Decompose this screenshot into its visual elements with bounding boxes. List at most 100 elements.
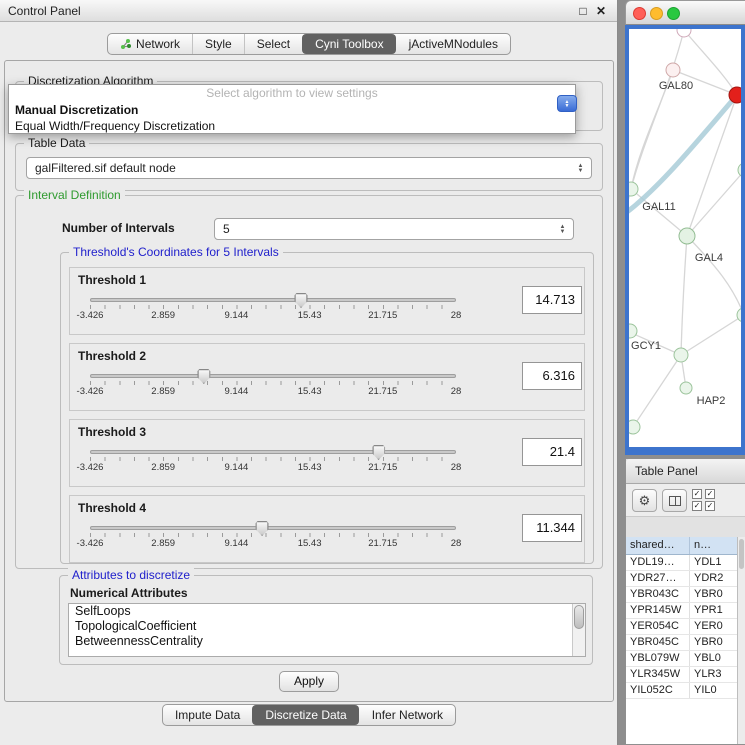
- cell[interactable]: YPR145W: [626, 603, 690, 618]
- cell[interactable]: YER054C: [626, 619, 690, 634]
- tab-cyni-toolbox[interactable]: Cyni Toolbox: [302, 34, 395, 54]
- cell[interactable]: YBL079W: [626, 651, 690, 666]
- threshold-3-slider[interactable]: -3.426 2.859 9.144 15.43 21.715 28: [90, 450, 456, 474]
- network-node-selected[interactable]: [729, 87, 741, 103]
- threshold-1-value-field[interactable]: 14.713: [522, 286, 582, 314]
- cell[interactable]: YBL0: [690, 651, 738, 666]
- close-icon[interactable]: ✕: [593, 0, 609, 22]
- cell[interactable]: YDR2: [690, 571, 738, 586]
- list-item[interactable]: BetweennessCentrality: [69, 634, 585, 649]
- close-traffic-light[interactable]: [633, 7, 646, 20]
- network-node[interactable]: [674, 348, 688, 362]
- algorithm-combo-stepper[interactable]: ▲▼: [557, 95, 577, 112]
- cell[interactable]: YER0: [690, 619, 738, 634]
- threshold-4-value-field[interactable]: 11.344: [522, 514, 582, 542]
- table-row[interactable]: YDL19…YDL1: [626, 555, 738, 571]
- tab-discretize-data[interactable]: Discretize Data: [252, 705, 358, 725]
- table-row[interactable]: YPR145WYPR1: [626, 603, 738, 619]
- tab-style[interactable]: Style: [192, 34, 244, 54]
- table-row[interactable]: YDR27…YDR2: [626, 571, 738, 587]
- threshold-4-label: Threshold 4: [78, 501, 146, 515]
- tab-select[interactable]: Select: [244, 34, 302, 54]
- table-row[interactable]: YBL079WYBL0: [626, 651, 738, 667]
- scale-label: 2.859: [151, 538, 175, 549]
- threshold-2-slider[interactable]: -3.426 2.859 9.144 15.43 21.715 28: [90, 374, 456, 398]
- table-row[interactable]: YBR043CYBR0: [626, 587, 738, 603]
- checkbox-checked[interactable]: ✓: [692, 489, 702, 499]
- cell[interactable]: YIL052C: [626, 683, 690, 698]
- network-canvas[interactable]: GAL80 GAL11 GAL4 GCY1 HAP2: [629, 29, 741, 447]
- table-row[interactable]: YIL052CYIL0: [626, 683, 738, 699]
- cell[interactable]: YBR0: [690, 587, 738, 602]
- network-node-gal11[interactable]: [629, 182, 638, 196]
- scale-label: -3.426: [77, 462, 104, 473]
- apply-button[interactable]: Apply: [279, 671, 339, 692]
- threshold-3-value-field[interactable]: 21.4: [522, 438, 582, 466]
- slider-track[interactable]: [90, 298, 456, 302]
- list-item[interactable]: SelfLoops: [69, 604, 585, 619]
- cell[interactable]: YLR3: [690, 667, 738, 682]
- tab-impute-data[interactable]: Impute Data: [163, 705, 252, 725]
- tab-infer-network[interactable]: Infer Network: [359, 705, 455, 725]
- tab-impute-data-label: Impute Data: [175, 708, 240, 722]
- cell[interactable]: YBR043C: [626, 587, 690, 602]
- threshold-4-slider[interactable]: -3.426 2.859 9.144 15.43 21.715 28: [90, 526, 456, 550]
- scale-label: 28: [451, 386, 462, 397]
- dropdown-prompt-item[interactable]: Select algorithm to view settings: [9, 85, 575, 102]
- network-node[interactable]: [738, 163, 741, 177]
- slider-track[interactable]: [90, 450, 456, 454]
- scrollbar-thumb[interactable]: [739, 539, 744, 569]
- number-of-intervals-combobox[interactable]: 5 ▲▼: [214, 218, 574, 240]
- combo-arrows-icon: ▲▼: [556, 223, 569, 237]
- node-label-gal4: GAL4: [695, 252, 723, 264]
- minimize-traffic-light[interactable]: [650, 7, 663, 20]
- list-scrollbar[interactable]: [572, 604, 585, 656]
- table-scrollbar[interactable]: [737, 537, 745, 744]
- dropdown-option-manual-discretization[interactable]: Manual Discretization: [9, 102, 575, 118]
- table-data-combobox[interactable]: galFiltered.sif default node ▲▼: [26, 157, 592, 179]
- cell[interactable]: YDL1: [690, 555, 738, 570]
- cell[interactable]: YLR345W: [626, 667, 690, 682]
- list-item[interactable]: TopologicalCoefficient: [69, 619, 585, 634]
- cell[interactable]: YPR1: [690, 603, 738, 618]
- slider-track[interactable]: [90, 526, 456, 530]
- dropdown-option-equal-width-frequency[interactable]: Equal Width/Frequency Discretization: [9, 118, 575, 134]
- checkbox-checked[interactable]: ✓: [705, 501, 715, 511]
- network-node-gal80[interactable]: [666, 63, 680, 77]
- tab-network[interactable]: Network: [108, 34, 192, 54]
- network-node[interactable]: [737, 308, 741, 322]
- numerical-attributes-list: SelfLoops TopologicalCoefficient Between…: [68, 603, 586, 657]
- table-row[interactable]: YLR345WYLR3: [626, 667, 738, 683]
- checkbox-checked[interactable]: ✓: [705, 489, 715, 499]
- threshold-3-label: Threshold 3: [78, 425, 146, 439]
- cell[interactable]: YDL19…: [626, 555, 690, 570]
- column-header-name[interactable]: n…: [690, 537, 738, 554]
- network-node[interactable]: [629, 420, 640, 434]
- cell[interactable]: YBR045C: [626, 635, 690, 650]
- table-settings-button[interactable]: ⚙: [632, 489, 657, 512]
- network-node-gcy1[interactable]: [629, 324, 637, 338]
- column-header-shared-name[interactable]: shared…: [626, 537, 690, 554]
- cell[interactable]: YIL0: [690, 683, 738, 698]
- network-node-gal4[interactable]: [679, 228, 695, 244]
- table-row[interactable]: YBR045CYBR0: [626, 635, 738, 651]
- slider-track[interactable]: [90, 374, 456, 378]
- zoom-traffic-light[interactable]: [667, 7, 680, 20]
- slider-ticks: [90, 533, 456, 537]
- threshold-2-value-field[interactable]: 6.316: [522, 362, 582, 390]
- threshold-1-slider[interactable]: -3.426 2.859 9.144 15.43 21.715 28: [90, 298, 456, 322]
- float-window-icon[interactable]: □: [575, 0, 591, 22]
- cell[interactable]: YDR27…: [626, 571, 690, 586]
- scale-label: 9.144: [225, 386, 249, 397]
- checkbox-checked[interactable]: ✓: [692, 501, 702, 511]
- cell[interactable]: YBR0: [690, 635, 738, 650]
- table-row[interactable]: YER054CYER0: [626, 619, 738, 635]
- show-columns-button[interactable]: [662, 489, 687, 512]
- scale-label: 28: [451, 538, 462, 549]
- scale-label: -3.426: [77, 386, 104, 397]
- column-visibility-checkboxes: ✓ ✓ ✓ ✓: [692, 489, 716, 511]
- scrollbar-thumb[interactable]: [574, 605, 584, 629]
- screen: Control Panel □ ✕ Network Style Select C…: [0, 0, 745, 745]
- network-node-hap2[interactable]: [680, 382, 692, 394]
- tab-jactivemodules[interactable]: jActiveMNodules: [396, 34, 510, 54]
